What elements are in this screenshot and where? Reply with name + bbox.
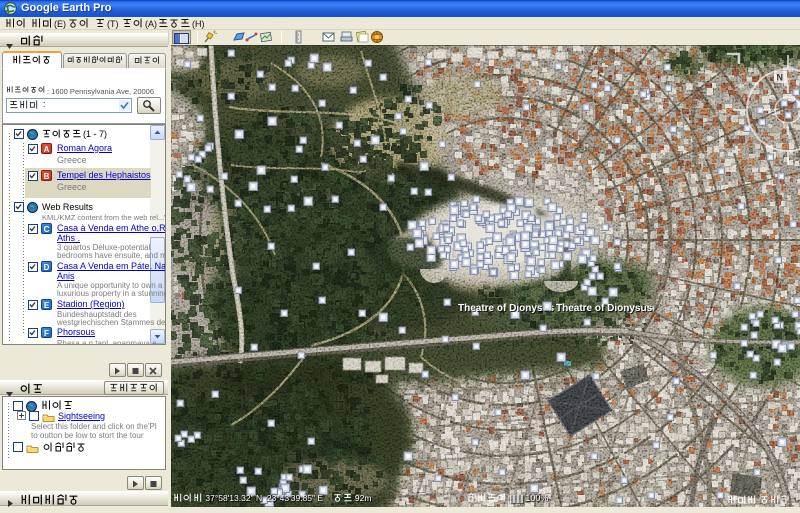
svg-text:N: N xyxy=(777,73,784,83)
svg-text:Theatre of Dionysus: Theatre of Dionysus xyxy=(556,303,653,314)
svg-text:Theatre of Dionysus: Theatre of Dionysus xyxy=(458,303,555,314)
